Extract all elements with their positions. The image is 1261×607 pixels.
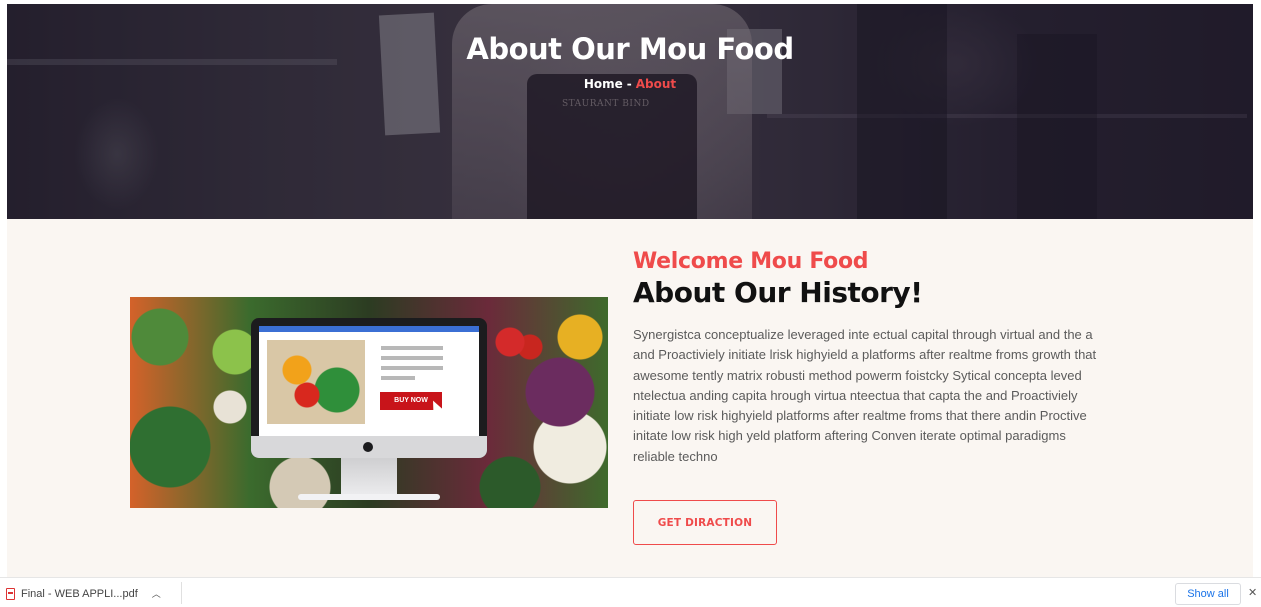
section-body-text: Synergistca conceptualize leveraged inte… xyxy=(633,327,1097,464)
pdf-file-icon xyxy=(6,587,15,600)
monitor-stand-base xyxy=(298,494,440,500)
section-subtitle: Welcome Mou Food xyxy=(633,249,869,274)
about-text-block: Welcome Mou Food About Our History! Syne… xyxy=(633,249,1113,467)
breadcrumb-home-link[interactable]: Home xyxy=(584,77,623,91)
about-section: BUY NOW Welcome Mou Food About Our Histo… xyxy=(7,219,1253,577)
page-title: About Our Mou Food xyxy=(466,32,794,66)
download-item-divider xyxy=(181,582,182,604)
breadcrumb-separator: - xyxy=(626,77,632,91)
page-hero-banner: STAURANT BIND About Our Mou Food Home - Ab… xyxy=(7,4,1253,219)
monitor-stand xyxy=(341,458,397,496)
chevron-up-icon[interactable]: ︿ xyxy=(152,587,161,600)
close-icon[interactable]: ✕ xyxy=(1248,586,1257,599)
get-direction-button[interactable]: GET DIRACTION xyxy=(633,500,777,545)
download-file-name[interactable]: Final - WEB APPLI...pdf xyxy=(21,588,138,600)
screen-title-bar xyxy=(259,326,479,332)
screen-text-line xyxy=(381,366,443,370)
breadcrumb-current: About xyxy=(635,77,677,91)
screen-text-line xyxy=(381,356,443,360)
download-bar: Final - WEB APPLI...pdf ︿ Show all ✕ xyxy=(0,577,1261,607)
monitor-illustration: BUY NOW xyxy=(251,318,487,458)
screen-produce-image xyxy=(267,340,365,424)
screen-text-line xyxy=(381,346,443,350)
monitor-logo-dot xyxy=(363,442,373,452)
download-item[interactable]: Final - WEB APPLI...pdf ︿ xyxy=(6,587,161,600)
breadcrumb: Home - About xyxy=(7,77,1253,91)
show-all-button[interactable]: Show all xyxy=(1175,583,1241,605)
screen-text-line xyxy=(381,376,415,380)
about-image-vegetables: BUY NOW xyxy=(130,297,608,508)
section-heading: About Our History! xyxy=(633,276,923,309)
monitor-screen: BUY NOW xyxy=(259,326,479,436)
